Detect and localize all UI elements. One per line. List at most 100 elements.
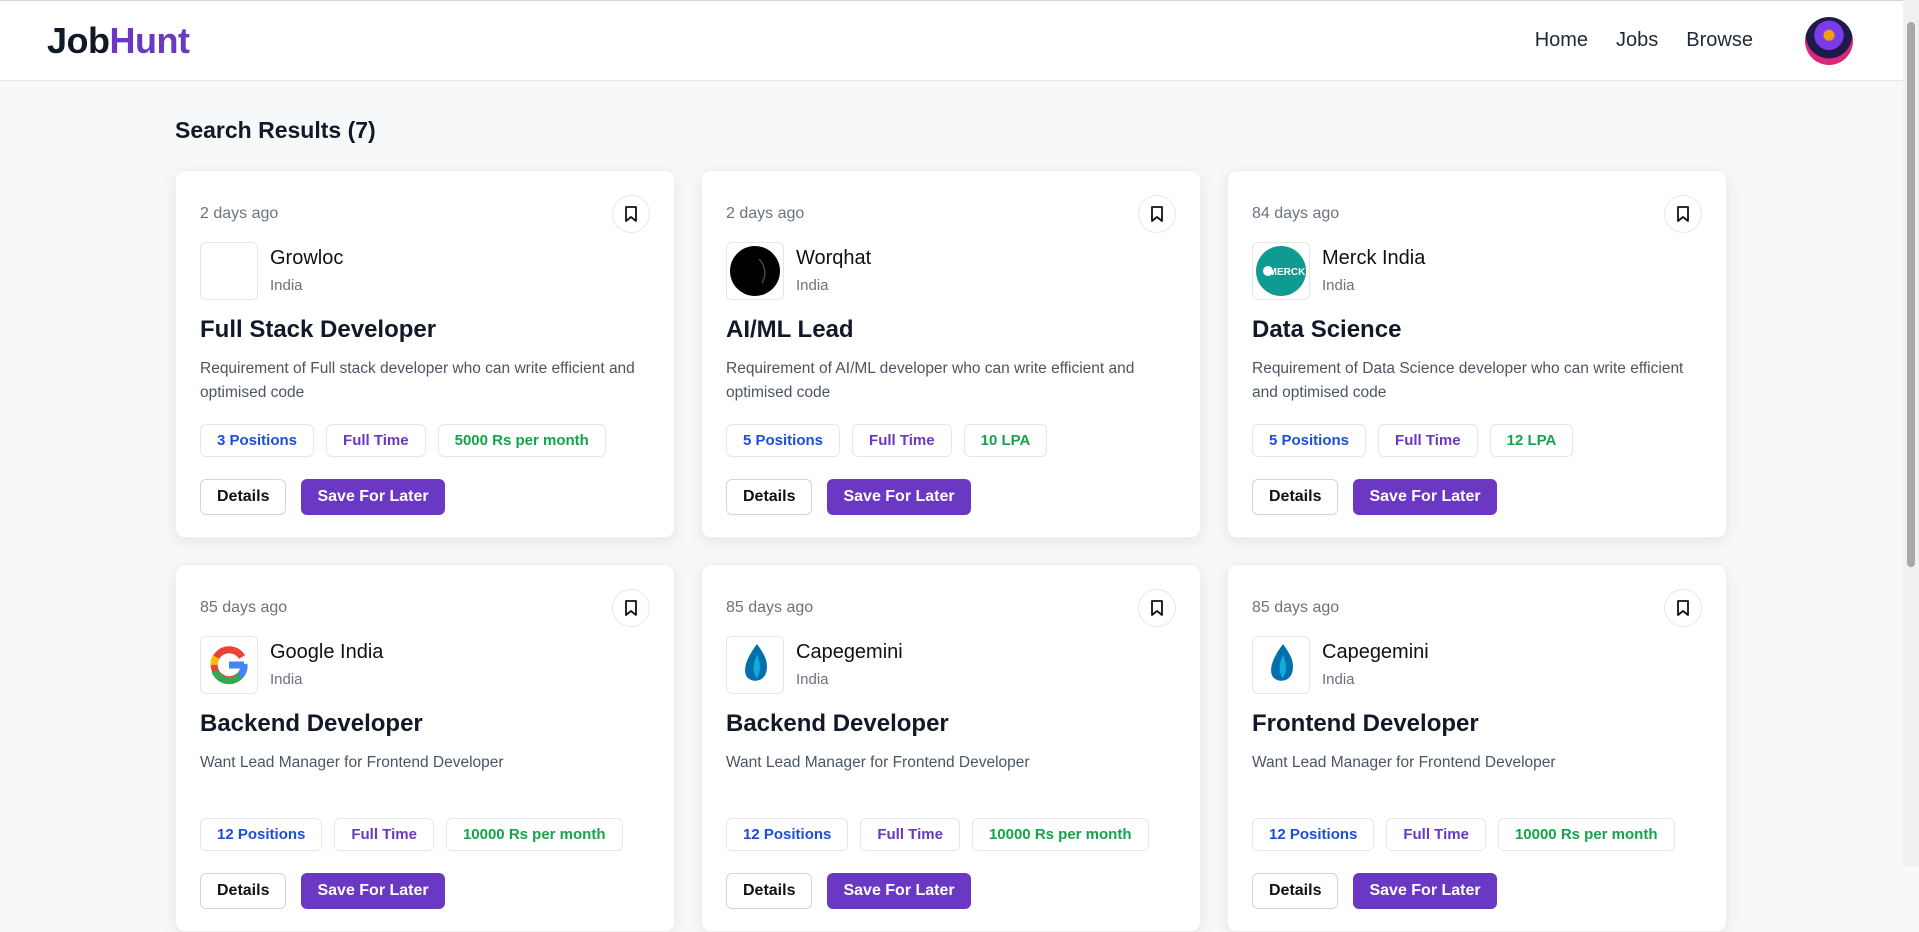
page-scrollbar[interactable] <box>1903 0 1919 866</box>
details-button[interactable]: Details <box>200 873 287 909</box>
card-actions: Details Save For Later <box>726 873 971 909</box>
details-button[interactable]: Details <box>726 873 813 909</box>
job-type-badge: Full Time <box>334 818 434 851</box>
save-for-later-button[interactable]: Save For Later <box>301 479 445 515</box>
user-avatar[interactable] <box>1805 17 1853 65</box>
job-type-badge: Full Time <box>1386 818 1486 851</box>
positions-badge: 12 Positions <box>200 818 323 851</box>
bookmark-button[interactable] <box>612 589 650 627</box>
salary-badge: 10000 Rs per month <box>1497 818 1675 851</box>
job-badges: 5 Positions Full Time 10 LPA <box>726 424 1048 457</box>
job-card: 85 days ago Google India India Backend D… <box>175 564 675 932</box>
card-actions: Details Save For Later <box>200 873 445 909</box>
details-button[interactable]: Details <box>1252 873 1339 909</box>
card-actions: Details Save For Later <box>726 479 971 515</box>
bookmark-icon <box>625 206 637 222</box>
job-description: Want Lead Manager for Frontend Developer <box>726 754 1030 771</box>
salary-badge: 12 LPA <box>1489 424 1574 457</box>
details-button[interactable]: Details <box>726 479 813 515</box>
bookmark-button[interactable] <box>1664 589 1702 627</box>
nav-home-link[interactable]: Home <box>1535 29 1588 52</box>
search-results-title: Search Results (7) <box>175 117 376 143</box>
job-card-grid: 2 days ago Growloc India Full Stack Deve… <box>175 170 1727 932</box>
job-type-badge: Full Time <box>1378 424 1478 457</box>
nav-jobs-link[interactable]: Jobs <box>1616 29 1658 52</box>
job-card: 2 days ago Worqhat India AI/ML Lead Requ… <box>701 170 1201 538</box>
job-description: Want Lead Manager for Frontend Developer <box>200 754 504 771</box>
company-name: Worqhat <box>796 247 872 269</box>
bookmark-icon <box>625 600 637 616</box>
navbar: JobHunt Home Jobs Browse <box>0 0 1903 81</box>
job-card: 2 days ago Growloc India Full Stack Deve… <box>175 170 675 538</box>
job-card: 85 days ago Capegemini India Frontend De… <box>1227 564 1727 932</box>
salary-badge: 10000 Rs per month <box>445 818 623 851</box>
card-actions: Details Save For Later <box>200 479 445 515</box>
bookmark-icon <box>1151 600 1163 616</box>
job-badges: 12 Positions Full Time 10000 Rs per mont… <box>1252 818 1675 851</box>
salary-badge: 10 LPA <box>963 424 1048 457</box>
job-title: Full Stack Developer <box>200 316 437 343</box>
bookmark-button[interactable] <box>612 195 650 233</box>
posted-time: 85 days ago <box>1252 599 1340 616</box>
card-actions: Details Save For Later <box>1252 479 1497 515</box>
job-card: 85 days ago Capegemini India Backend Dev… <box>701 564 1201 932</box>
salary-badge: 10000 Rs per month <box>971 818 1149 851</box>
job-badges: 12 Positions Full Time 10000 Rs per mont… <box>726 818 1149 851</box>
job-description: Requirement of Full stack developer who … <box>200 360 635 401</box>
job-type-badge: Full Time <box>326 424 426 457</box>
company-name: Growloc <box>270 247 344 269</box>
posted-time: 85 days ago <box>726 599 814 616</box>
card-actions: Details Save For Later <box>1252 873 1497 909</box>
scrollbar-thumb[interactable] <box>1907 22 1915 567</box>
merck-logo-icon: MERCK <box>1256 246 1306 296</box>
details-button[interactable]: Details <box>200 479 287 515</box>
company-location: India <box>796 277 829 294</box>
job-card: 84 days ago MERCK Merck India India Data… <box>1227 170 1727 538</box>
job-type-badge: Full Time <box>860 818 960 851</box>
company-name: Capegemini <box>796 641 903 663</box>
save-for-later-button[interactable]: Save For Later <box>301 873 445 909</box>
company-logo <box>726 636 784 694</box>
save-for-later-button[interactable]: Save For Later <box>1353 479 1497 515</box>
company-location: India <box>1322 671 1355 688</box>
details-button[interactable]: Details <box>1252 479 1339 515</box>
capgemini-logo-icon <box>745 644 767 681</box>
job-title: Backend Developer <box>726 710 949 737</box>
save-for-later-button[interactable]: Save For Later <box>827 479 971 515</box>
company-logo <box>200 636 258 694</box>
company-logo: MERCK <box>1252 242 1310 300</box>
job-badges: 5 Positions Full Time 12 LPA <box>1252 424 1574 457</box>
company-location: India <box>270 277 303 294</box>
job-description: Want Lead Manager for Frontend Developer <box>1252 754 1556 771</box>
job-badges: 3 Positions Full Time 5000 Rs per month <box>200 424 606 457</box>
posted-time: 84 days ago <box>1252 205 1340 222</box>
job-title: Backend Developer <box>200 710 423 737</box>
positions-badge: 12 Positions <box>726 818 849 851</box>
brand-logo[interactable]: JobHunt <box>47 20 190 62</box>
bookmark-icon <box>1677 206 1689 222</box>
positions-badge: 5 Positions <box>726 424 841 457</box>
merck-logo-text: MERCK <box>1269 267 1306 278</box>
bookmark-button[interactable] <box>1664 195 1702 233</box>
job-description: Requirement of AI/ML developer who can w… <box>726 360 1135 401</box>
company-logo <box>200 242 258 300</box>
company-name: Capegemini <box>1322 641 1429 663</box>
save-for-later-button[interactable]: Save For Later <box>827 873 971 909</box>
brand-logo-part1: Job <box>47 20 110 61</box>
save-for-later-button[interactable]: Save For Later <box>1353 873 1497 909</box>
bookmark-button[interactable] <box>1138 589 1176 627</box>
positions-badge: 12 Positions <box>1252 818 1375 851</box>
brand-logo-part2: Hunt <box>109 20 190 61</box>
bookmark-button[interactable] <box>1138 195 1176 233</box>
bookmark-icon <box>1677 600 1689 616</box>
job-badges: 12 Positions Full Time 10000 Rs per mont… <box>200 818 623 851</box>
worqhat-logo-icon <box>730 246 780 296</box>
posted-time: 85 days ago <box>200 599 288 616</box>
company-logo <box>1252 636 1310 694</box>
company-location: India <box>1322 277 1355 294</box>
nav-browse-link[interactable]: Browse <box>1686 29 1753 52</box>
capgemini-logo-icon <box>1271 644 1293 681</box>
nav-links: Home Jobs Browse <box>1535 29 1753 52</box>
company-logo <box>726 242 784 300</box>
positions-badge: 3 Positions <box>200 424 315 457</box>
